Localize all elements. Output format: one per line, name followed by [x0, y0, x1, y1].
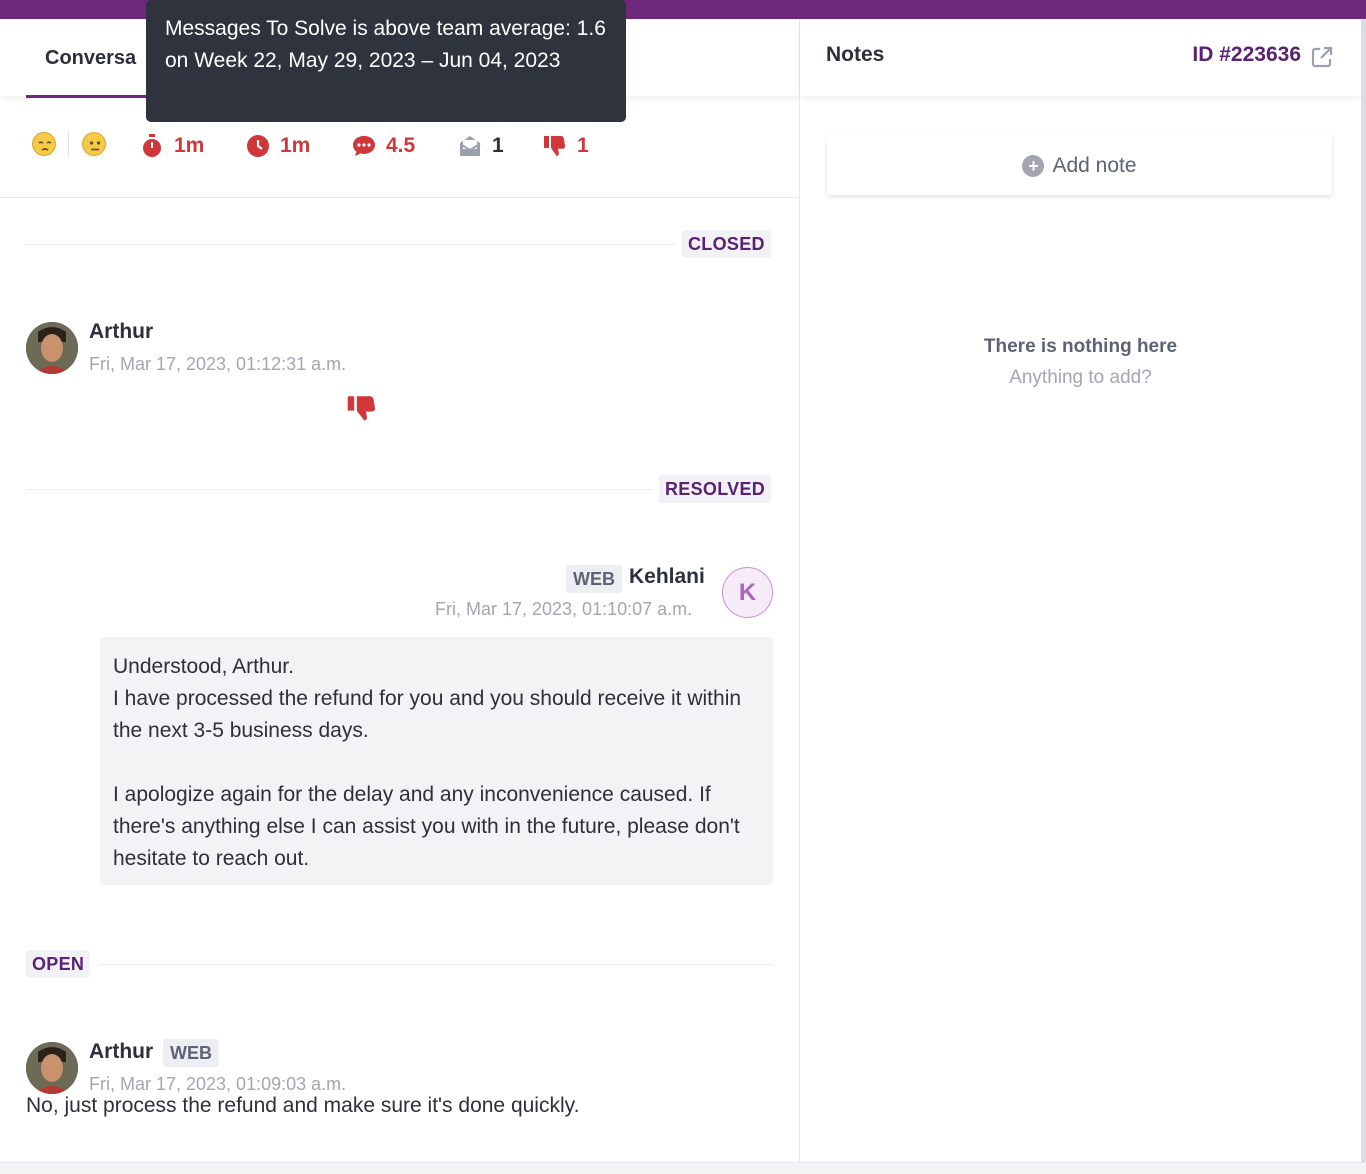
sad-face-icon[interactable]: [32, 132, 56, 156]
first-response-value: 1m: [174, 134, 205, 157]
message-author: Kehlani: [629, 565, 705, 588]
message-author: Arthur: [89, 320, 154, 343]
divider: [68, 131, 69, 157]
stopwatch-icon: [140, 134, 164, 158]
active-tab-indicator: [26, 95, 156, 98]
add-note-button[interactable]: + Add note: [827, 136, 1332, 195]
scrollbar-track: [1361, 19, 1366, 1174]
thumbs-down-icon: [346, 395, 378, 421]
message-body: Understood, Arthur. I have processed the…: [113, 655, 742, 870]
negative-rating-value: 1: [577, 134, 589, 157]
negative-rating-stat[interactable]: 1: [543, 132, 589, 160]
messages-to-solve-value: 4.5: [386, 134, 416, 157]
thumbs-down-icon: [543, 134, 567, 158]
resolution-time-value: 1m: [280, 134, 311, 157]
conversation-stats: 1m 1m 4.5 1 1: [0, 116, 799, 198]
notes-title: Notes: [826, 43, 885, 66]
resolution-time-stat[interactable]: 1m: [246, 132, 310, 160]
empty-state-title: There is nothing here: [983, 336, 1178, 357]
reopens-stat[interactable]: 1: [458, 132, 504, 160]
status-badge-closed: CLOSED: [682, 230, 771, 258]
notes-panel: Notes ID #223636 + Add note There is not…: [800, 19, 1361, 1162]
first-response-stat[interactable]: 1m: [140, 132, 204, 160]
plus-icon: +: [1022, 154, 1045, 177]
stat-tooltip: Messages To Solve is above team average:…: [146, 0, 626, 122]
bottom-edge: [0, 1162, 1366, 1174]
status-badge-resolved: RESOLVED: [659, 475, 772, 503]
message-timestamp: Fri, Mar 17, 2023, 01:10:07 a.m.: [435, 599, 693, 619]
avatar: K: [722, 567, 773, 618]
message-timestamp: Fri, Mar 17, 2023, 01:12:31 a.m.: [89, 354, 347, 374]
conversation-panel: Conversa 1m 1m 4.5 1 1 CLOSED Arthur Fri…: [0, 19, 800, 1162]
notes-header: Notes ID #223636: [800, 19, 1361, 96]
empty-state-subtitle: Anything to add?: [1009, 367, 1152, 388]
channel-badge: WEB: [566, 565, 622, 593]
chat-bubble-icon: [352, 134, 376, 158]
clock-icon: [246, 134, 270, 158]
reopens-value: 1: [492, 134, 504, 157]
messages-to-solve-stat[interactable]: 4.5: [352, 132, 415, 160]
neutral-face-icon[interactable]: [82, 132, 106, 156]
external-link-icon[interactable]: [1310, 45, 1334, 69]
divider: [26, 489, 653, 490]
channel-badge: WEB: [163, 1039, 219, 1067]
add-note-label: Add note: [1052, 153, 1137, 177]
avatar: [26, 322, 78, 374]
message-body: No, just process the refund and make sur…: [26, 1094, 580, 1117]
divider: [26, 244, 676, 245]
ticket-id-link[interactable]: ID #223636: [1192, 43, 1301, 67]
message-bubble: Understood, Arthur. I have processed the…: [100, 637, 773, 885]
message-author: Arthur: [89, 1040, 154, 1063]
message-timestamp: Fri, Mar 17, 2023, 01:09:03 a.m.: [89, 1074, 347, 1094]
status-badge-open: OPEN: [26, 950, 91, 978]
tab-conversation[interactable]: Conversa: [26, 19, 155, 98]
avatar: [26, 1042, 78, 1094]
envelope-open-icon: [458, 134, 482, 158]
divider: [99, 964, 773, 965]
